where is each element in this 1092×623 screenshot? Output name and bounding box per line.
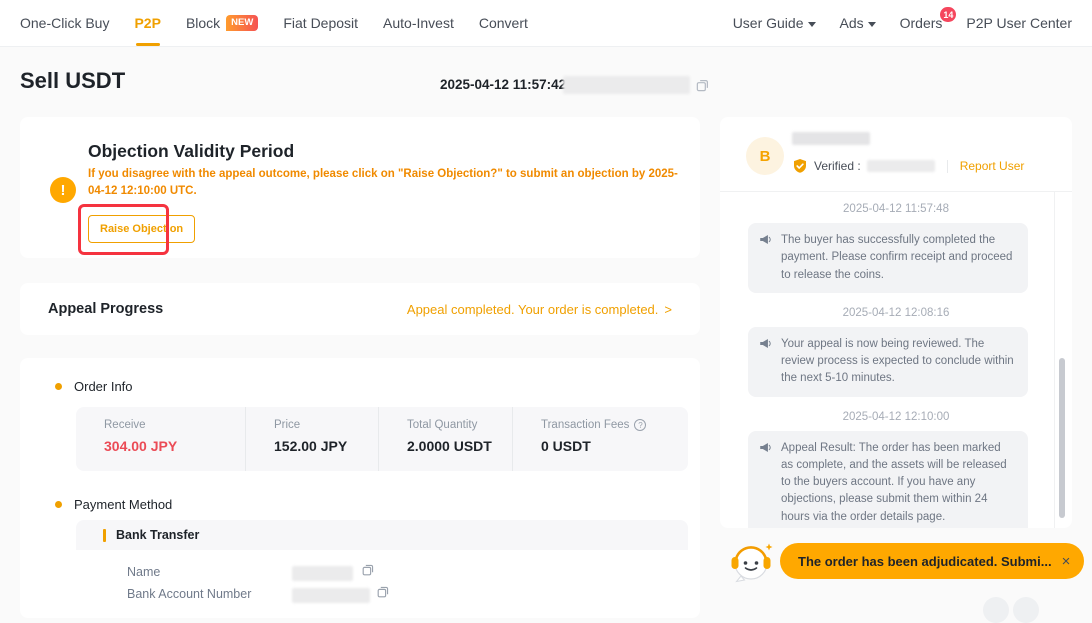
orders-count-badge: 14: [940, 7, 956, 22]
new-badge: NEW: [226, 15, 258, 31]
nav-fiat-deposit[interactable]: Fiat Deposit: [283, 15, 358, 31]
nav-ads[interactable]: Ads: [840, 15, 876, 31]
scrollbar-track: [1054, 192, 1055, 528]
chat-input-action-button[interactable]: [983, 597, 1009, 623]
objection-validity-card: ! Objection Validity Period If you disag…: [20, 117, 700, 258]
appeal-progress-label: Appeal Progress: [48, 301, 163, 317]
chat-message-text: Your appeal is now being reviewed. The r…: [781, 338, 1014, 385]
copy-icon[interactable]: [376, 585, 390, 599]
nav-one-click-buy[interactable]: One-Click Buy: [20, 15, 109, 31]
megaphone-icon: [759, 337, 772, 356]
fees-column: Transaction Fees ? 0 USDT: [512, 407, 668, 471]
chat-system-message: Your appeal is now being reviewed. The r…: [748, 327, 1028, 397]
raise-objection-button[interactable]: Raise Objection: [88, 215, 195, 243]
chevron-down-icon: [808, 22, 816, 27]
nav-orders[interactable]: Orders 14: [900, 15, 943, 31]
fees-value: 0 USDT: [541, 438, 668, 454]
counterparty-avatar[interactable]: B: [746, 137, 784, 175]
nav-block[interactable]: Block: [186, 15, 220, 31]
order-number-redacted: [563, 76, 690, 94]
chat-header: B Verified : Report User: [720, 117, 1072, 192]
objection-title: Objection Validity Period: [88, 141, 294, 162]
payment-method-section-head: Payment Method: [55, 497, 172, 512]
nav-p2p-user-center[interactable]: P2P User Center: [966, 15, 1072, 31]
receive-value: 304.00 JPY: [104, 438, 245, 454]
order-timestamp: 2025-04-12 11:57:42: [440, 77, 566, 92]
verified-shield-icon: [792, 158, 808, 174]
payment-method-label: Payment Method: [74, 497, 172, 512]
chat-system-message: Appeal Result: The order has been marked…: [748, 431, 1028, 529]
objection-description: If you disagree with the appeal outcome,…: [88, 166, 686, 201]
chat-panel: B Verified : Report User 2025-04-12 11:5…: [720, 117, 1072, 528]
megaphone-icon: [759, 233, 772, 252]
copy-icon[interactable]: [361, 563, 375, 577]
close-icon[interactable]: ×: [1062, 554, 1071, 569]
counterparty-name-redacted: [792, 132, 870, 145]
support-mascot-icon[interactable]: [727, 538, 775, 591]
chevron-right-icon: >: [664, 302, 672, 317]
quantity-column: Total Quantity 2.0000 USDT: [378, 407, 512, 471]
page-title: Sell USDT: [20, 68, 125, 94]
chat-input-action-button[interactable]: [1013, 597, 1039, 623]
nav-ads-label: Ads: [840, 15, 864, 31]
order-info-label: Order Info: [74, 379, 133, 394]
nav-auto-invest[interactable]: Auto-Invest: [383, 15, 454, 31]
bank-account-value-redacted: [292, 588, 370, 603]
name-row-label: Name: [127, 565, 160, 579]
price-value: 152.00 JPY: [274, 438, 378, 454]
nav-orders-label: Orders: [900, 15, 943, 31]
nav-user-guide[interactable]: User Guide: [733, 15, 816, 31]
price-label: Price: [274, 419, 378, 431]
scrollbar-thumb[interactable]: [1059, 358, 1065, 518]
warning-icon: !: [50, 177, 76, 203]
toast-message: The order has been adjudicated. Submi...: [798, 554, 1052, 569]
appeal-progress-card: Appeal Progress Appeal completed. Your o…: [20, 283, 700, 335]
copy-icon[interactable]: [695, 78, 710, 98]
nav-p2p[interactable]: P2P: [134, 15, 160, 31]
nav-block-group[interactable]: Block NEW: [186, 15, 258, 31]
receive-label: Receive: [104, 419, 245, 431]
accent-bar-icon: [103, 529, 106, 542]
price-column: Price 152.00 JPY: [245, 407, 378, 471]
receive-column: Receive 304.00 JPY: [76, 407, 245, 471]
report-user-link[interactable]: Report User: [960, 159, 1025, 173]
chat-timestamp: 2025-04-12 11:57:48: [720, 203, 1072, 215]
nav-user-guide-label: User Guide: [733, 15, 804, 31]
bullet-dot-icon: [55, 501, 62, 508]
order-info-box: Receive 304.00 JPY Price 152.00 JPY Tota…: [76, 407, 688, 471]
notification-toast: The order has been adjudicated. Submi...…: [780, 543, 1084, 579]
top-navigation: One-Click Buy P2P Block NEW Fiat Deposit…: [0, 0, 1092, 47]
bank-transfer-header: Bank Transfer: [76, 520, 688, 550]
nav-left: One-Click Buy P2P Block NEW Fiat Deposit…: [20, 15, 528, 31]
chat-message-text: The buyer has successfully completed the…: [781, 234, 1012, 281]
bank-account-row-label: Bank Account Number: [127, 587, 251, 601]
fees-label: Transaction Fees: [541, 419, 629, 431]
chat-message-text: Appeal Result: The order has been marked…: [781, 442, 1007, 523]
verified-row: Verified : Report User: [792, 158, 1024, 174]
chat-timestamp: 2025-04-12 12:10:00: [720, 411, 1072, 423]
bullet-dot-icon: [55, 383, 62, 390]
nav-right: User Guide Ads Orders 14 P2P User Center: [733, 15, 1072, 31]
name-value-redacted: [292, 566, 353, 581]
chat-system-message: The buyer has successfully completed the…: [748, 223, 1028, 293]
verified-value-redacted: [867, 160, 935, 172]
order-details-card: Order Info Receive 304.00 JPY Price 152.…: [20, 358, 700, 618]
order-info-section-head: Order Info: [55, 379, 133, 394]
quantity-value: 2.0000 USDT: [407, 438, 512, 454]
quantity-label: Total Quantity: [407, 419, 512, 431]
bank-transfer-label: Bank Transfer: [116, 528, 199, 542]
appeal-status-text: Appeal completed. Your order is complete…: [407, 302, 659, 317]
megaphone-icon: [759, 441, 772, 460]
chevron-down-icon: [868, 22, 876, 27]
chat-timestamp: 2025-04-12 12:08:16: [720, 307, 1072, 319]
help-icon[interactable]: ?: [634, 419, 646, 431]
divider: [947, 160, 948, 173]
nav-convert[interactable]: Convert: [479, 15, 528, 31]
appeal-status-link[interactable]: Appeal completed. Your order is complete…: [407, 302, 672, 317]
verified-label: Verified :: [814, 159, 861, 173]
